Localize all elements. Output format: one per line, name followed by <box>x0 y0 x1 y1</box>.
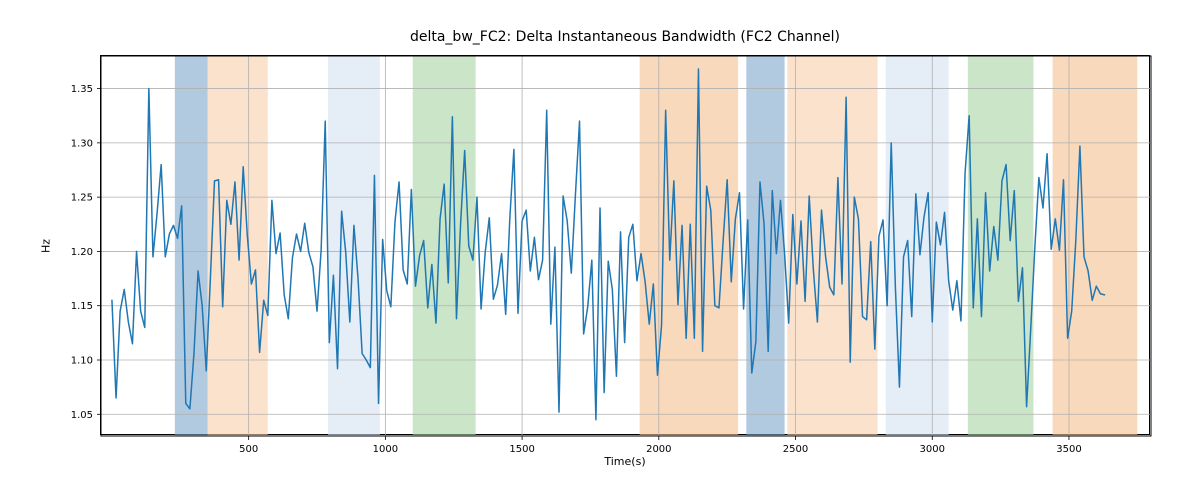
highlight-band <box>328 56 380 436</box>
x-tick-label: 2500 <box>783 444 808 455</box>
x-tick-label: 3500 <box>1056 444 1081 455</box>
chart-axes: Hz 1.051.101.151.201.251.301.35 50010001… <box>100 55 1150 435</box>
x-tick-label: 1500 <box>509 444 534 455</box>
x-tick-label: 1000 <box>373 444 398 455</box>
highlight-band <box>886 56 949 436</box>
highlight-band <box>787 56 877 436</box>
x-tick-label: 500 <box>239 444 258 455</box>
highlight-bands <box>175 56 1138 436</box>
x-tick-label: 2000 <box>646 444 671 455</box>
highlight-band <box>968 56 1034 436</box>
y-axis-label: Hz <box>40 239 53 253</box>
y-tick-label: 1.05 <box>71 410 93 421</box>
y-tick-label: 1.35 <box>71 84 93 95</box>
chart-title: delta_bw_FC2: Delta Instantaneous Bandwi… <box>100 29 1150 45</box>
y-tick-label: 1.30 <box>71 138 93 149</box>
y-tick-label: 1.10 <box>71 356 93 367</box>
x-axis-label: Time(s) <box>100 455 1150 468</box>
x-tick-labels: 500 1000 1500 2000 2500 3000 3500 <box>239 436 1082 455</box>
y-tick-labels: 1.05 1.10 1.15 1.20 1.25 1.30 1.35 <box>71 84 101 421</box>
figure: delta_bw_FC2: Delta Instantaneous Bandwi… <box>0 0 1200 500</box>
plot-area: 1.051.101.151.201.251.301.35 50010001500… <box>101 56 1151 436</box>
y-tick-label: 1.15 <box>71 301 93 312</box>
y-tick-label: 1.25 <box>71 193 93 204</box>
highlight-band <box>175 56 208 436</box>
x-tick-label: 3000 <box>920 444 945 455</box>
y-axis-label-text: Hz <box>40 239 53 253</box>
y-tick-label: 1.20 <box>71 247 93 258</box>
